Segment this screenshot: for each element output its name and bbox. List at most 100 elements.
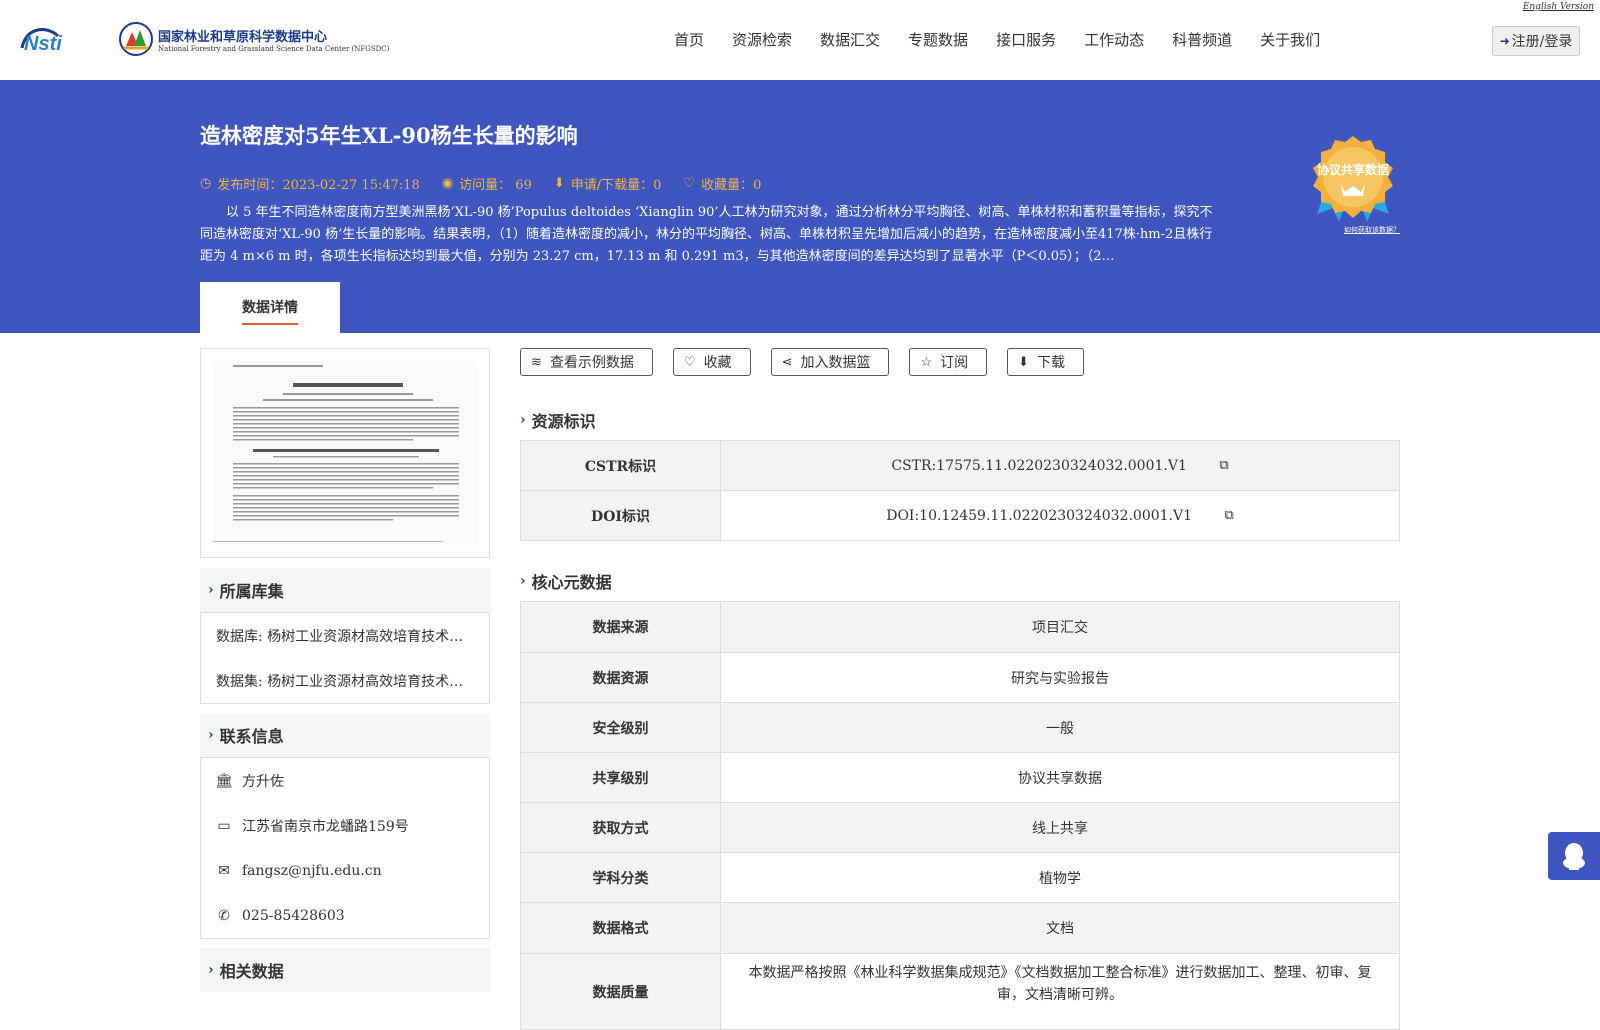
publish-time: 发布时间：2023-02-27 15:47:18: [217, 178, 420, 193]
nav-popular-science[interactable]: 科普频道: [1158, 28, 1246, 52]
dataset-meta: ◷ 发布时间：2023-02-27 15:47:18 ◉ 访问量： 69 ⬇ 申请/下…: [200, 174, 761, 193]
data-quality-value: 本数据严格按照《林业科学数据集成规范》《文档数据加工整合标准》进行数据加工、整理…: [720, 953, 1400, 1030]
table-row: 共享级别 协议共享数据: [520, 752, 1400, 803]
chevron-right-icon: ›: [208, 962, 214, 978]
favorite-label: 收藏: [703, 355, 732, 371]
table-row: 学科分类 植物学: [520, 852, 1400, 903]
how-to-get-data-link[interactable]: 如何获取该数据？: [1344, 225, 1400, 235]
contact-email[interactable]: fangsz@njfu.edu.cn: [242, 863, 382, 879]
resource-id-header: › 资源标识: [520, 408, 596, 432]
view-sample-data-button[interactable]: ≋ 查看示例数据: [520, 348, 653, 376]
data-format-label: 数据格式: [520, 902, 721, 954]
collection-item-database[interactable]: 数据库: 杨树工业资源材高效培育技术…: [201, 613, 489, 658]
svg-text:Nsti: Nsti: [24, 33, 62, 55]
clock-icon: ◷: [200, 176, 212, 191]
login-label: 注册/登录: [1511, 34, 1573, 50]
nfgsdc-logo[interactable]: 国家林业和草原科学数据中心 National Forestry and Gras…: [118, 20, 389, 60]
share-level-value: 协议共享数据: [720, 752, 1400, 803]
cstr-value: CSTR:17575.11.0220230324032.0001.V1: [891, 457, 1187, 474]
contact-name: 方升佐: [242, 773, 284, 790]
copy-icon[interactable]: ⧉: [1224, 508, 1233, 523]
collection-item-dataset[interactable]: 数据集: 杨树工业资源材高效培育技术…: [201, 658, 489, 703]
nav-work-news[interactable]: 工作动态: [1070, 28, 1158, 52]
security-level-value: 一般: [720, 702, 1400, 753]
related-section-header: › 相关数据: [200, 948, 490, 992]
table-row: 获取方式 线上共享: [520, 802, 1400, 853]
copy-icon[interactable]: ⧉: [1219, 458, 1228, 473]
doi-value: DOI:10.12459.11.0220230324032.0001.V1: [886, 507, 1193, 524]
data-quality-label: 数据质量: [520, 953, 721, 1030]
favorite-button[interactable]: ♡ 收藏: [672, 348, 751, 376]
data-resource-value: 研究与实验报告: [720, 652, 1400, 703]
subject-value: 植物学: [720, 852, 1400, 903]
subscribe-label: 订阅: [940, 355, 969, 371]
resource-id-table: CSTR标识 CSTR:17575.11.0220230324032.0001.…: [520, 440, 1400, 541]
contact-phone: 025-85428603: [242, 907, 345, 924]
security-level-label: 安全级别: [520, 702, 721, 753]
core-metadata-title: 核心元数据: [531, 573, 612, 592]
visit-count: 访问量： 69: [459, 178, 532, 193]
collection-title: 所属库集: [219, 582, 284, 601]
doi-label: DOI标识: [520, 490, 721, 541]
nav-home[interactable]: 首页: [660, 28, 718, 52]
table-row: 安全级别 一般: [520, 702, 1400, 753]
add-to-basket-button[interactable]: ⋖ 加入数据篮: [770, 348, 890, 376]
document-thumbnail[interactable]: [200, 348, 490, 558]
chevron-right-icon: ›: [208, 727, 214, 743]
share-icon: ⋖: [781, 354, 793, 370]
dataset-abstract: 以 5 年生不同造林密度南方型美洲黑杨‘XL-90 杨’Populus delt…: [200, 205, 1213, 264]
nav-data-submission[interactable]: 数据汇交: [806, 28, 894, 52]
institution-icon: 🏛: [215, 772, 233, 789]
table-row: 数据质量 本数据严格按照《林业科学数据集成规范》《文档数据加工整合标准》进行数据…: [520, 953, 1400, 1030]
phone-icon: ✆: [218, 907, 230, 924]
access-method-label: 获取方式: [520, 802, 721, 853]
nav-thematic-data[interactable]: 专题数据: [894, 28, 982, 52]
badge-text: 协议共享数据: [1317, 162, 1389, 177]
contact-email-row: ✉ fangsz@njfu.edu.cn: [201, 848, 489, 893]
data-format-value: 文档: [720, 902, 1400, 954]
dataset-title: 造林密度对5年生XL-90杨生长量的影响: [200, 123, 578, 148]
data-source-label: 数据来源: [520, 601, 721, 653]
main-nav: 首页 资源检索 数据汇交 专题数据 接口服务 工作动态 科普频道 关于我们: [660, 28, 1334, 52]
download-label: 下载: [1037, 355, 1066, 371]
table-row: 数据格式 文档: [520, 902, 1400, 954]
map-icon: ▭: [217, 817, 231, 834]
english-version-link[interactable]: English Version: [1523, 2, 1594, 12]
download-button[interactable]: ⬇ 下载: [1007, 348, 1085, 376]
database-icon: ≋: [531, 354, 542, 370]
nav-api-service[interactable]: 接口服务: [982, 28, 1070, 52]
nsti-logo[interactable]: Nsti: [18, 22, 98, 56]
share-level-badge: 协议共享数据: [1305, 134, 1401, 224]
qq-chat-button[interactable]: [1548, 832, 1600, 880]
contact-address-row: ▭ 江苏省南京市龙蟠路159号: [201, 803, 489, 848]
chevron-right-icon: ›: [520, 573, 526, 589]
related-title: 相关数据: [219, 962, 284, 981]
collection-list: 数据库: 杨树工业资源材高效培育技术… 数据集: 杨树工业资源材高效培育技术…: [200, 612, 490, 704]
data-resource-label: 数据资源: [520, 652, 721, 703]
subscribe-button[interactable]: ☆ 订阅: [909, 348, 988, 376]
doi-value-cell: DOI:10.12459.11.0220230324032.0001.V1 ⧉: [720, 490, 1400, 541]
nav-resource-search[interactable]: 资源检索: [718, 28, 806, 52]
download-icon: ⬇: [1018, 354, 1030, 370]
nav-about-us[interactable]: 关于我们: [1246, 28, 1334, 52]
access-method-value: 线上共享: [720, 802, 1400, 853]
resource-id-title: 资源标识: [531, 412, 596, 431]
contact-section-header: › 联系信息: [200, 713, 490, 757]
paper-preview-image: [213, 361, 477, 545]
table-row: 数据来源 项目汇交: [520, 601, 1400, 653]
logo-en-text: National Forestry and Grassland Science …: [158, 45, 390, 53]
tab-data-details-label: 数据详情: [242, 297, 298, 325]
share-level-label: 共享级别: [520, 752, 721, 803]
qq-icon: [1563, 843, 1585, 870]
chevron-right-icon: ›: [520, 412, 526, 428]
contact-phone-row: ✆ 025-85428603: [201, 893, 489, 938]
logo-cn-text: 国家林业和草原科学数据中心: [158, 30, 328, 45]
contact-info-box: 🏛 方升佐 ▭ 江苏省南京市龙蟠路159号 ✉ fangsz@njfu.edu.…: [200, 757, 490, 939]
top-header: English Version Nsti 国家林业和草原科学数据中心 Natio…: [0, 0, 1600, 80]
cstr-value-cell: CSTR:17575.11.0220230324032.0001.V1 ⧉: [720, 440, 1400, 491]
heart-icon: ♡: [683, 176, 696, 191]
tab-data-details[interactable]: 数据详情: [200, 282, 340, 333]
sign-in-icon: ➜: [1499, 34, 1510, 48]
core-metadata-header: › 核心元数据: [520, 569, 612, 593]
login-register-button[interactable]: ➜ 注册/登录: [1492, 26, 1580, 56]
